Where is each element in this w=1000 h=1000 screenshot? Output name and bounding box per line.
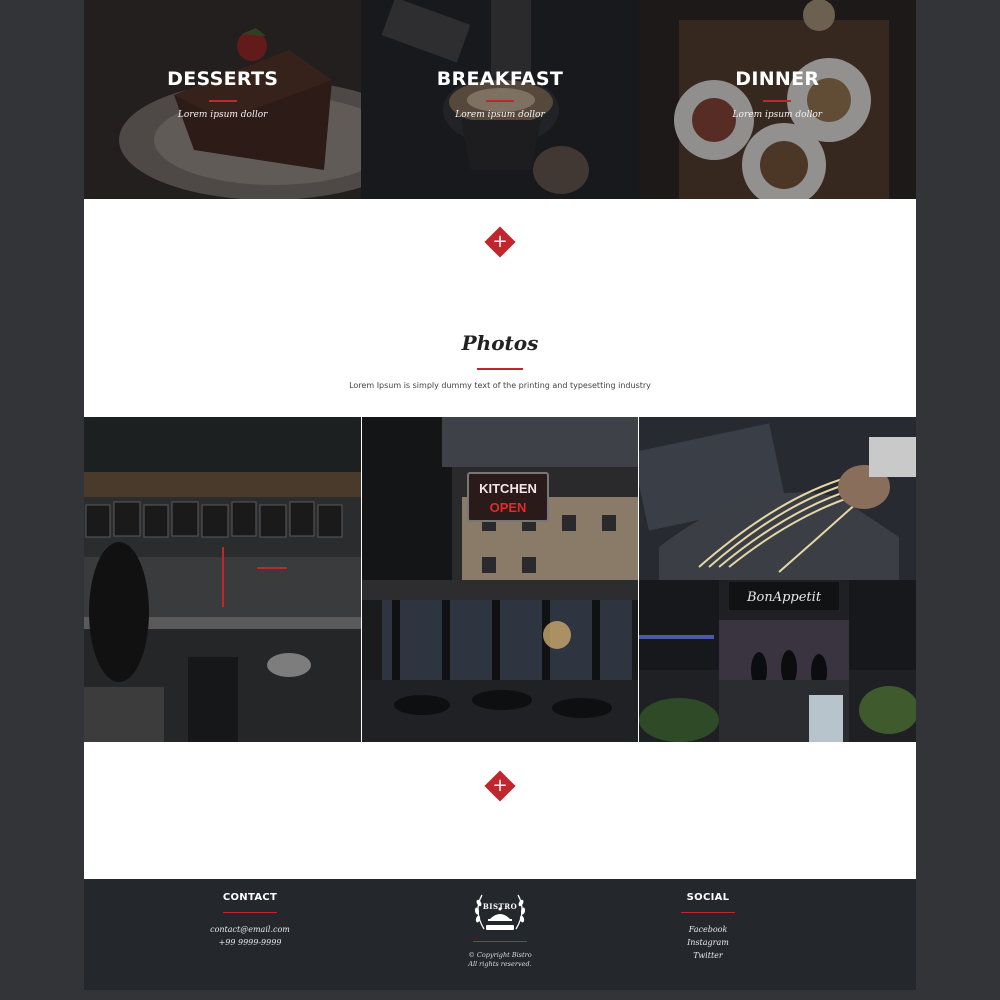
photos-title: Photos xyxy=(461,331,539,355)
gallery-photo-kitchen-open[interactable]: KITCHEN OPEN xyxy=(362,417,638,580)
contact-email-link[interactable]: contact@email.com xyxy=(150,923,350,936)
title-underline xyxy=(763,100,792,102)
category-subtitle: Lorem ipsum dollor xyxy=(177,110,268,120)
category-dinner[interactable]: DINNER Lorem ipsum dollor xyxy=(638,0,916,199)
social-link-instagram[interactable]: Instagram xyxy=(608,936,808,949)
category-title: BREAKFAST xyxy=(436,68,564,90)
expand-plus-button[interactable]: + xyxy=(484,770,516,802)
title-underline xyxy=(208,100,237,102)
gallery-photo-cafe-counter[interactable] xyxy=(84,417,361,742)
plus-icon: + xyxy=(492,775,508,796)
gallery-photo-bon-appetit[interactable]: BonAppetit xyxy=(639,580,916,742)
gallery-photo-restaurant-interior[interactable] xyxy=(362,580,638,742)
contact-phone: +99 9999-9999 xyxy=(218,938,282,947)
category-subtitle: Lorem ipsum dollor xyxy=(732,110,823,120)
title-underline xyxy=(485,100,514,102)
kitchen-sign-text: KITCHEN xyxy=(479,481,537,496)
category-breakfast[interactable]: BREAKFAST Lorem ipsum dollor xyxy=(361,0,639,199)
logo-underline xyxy=(473,941,527,942)
footer-logo[interactable]: BISTRO © Copyright Bistro All rights res… xyxy=(450,889,550,969)
copyright-line-1: © Copyright Bistro xyxy=(468,951,532,959)
copyright-line-2: All rights reserved. xyxy=(468,960,532,968)
bon-appetit-sign-text: BonAppetit xyxy=(746,590,822,605)
social-link-facebook[interactable]: Facebook xyxy=(608,923,808,936)
footer-social: SOCIAL Facebook Instagram Twitter xyxy=(608,879,808,962)
social-heading: SOCIAL xyxy=(686,892,730,903)
footer: CONTACT contact@email.com +99 9999-9999 xyxy=(84,879,916,990)
gallery-photo-pasta[interactable] xyxy=(639,417,916,580)
plus-icon: + xyxy=(492,231,508,252)
open-sign-text: OPEN xyxy=(490,500,527,515)
contact-heading-underline xyxy=(223,912,277,913)
contact-heading: CONTACT xyxy=(222,892,278,903)
photo-gallery: KITCHEN OPEN BonAppetit xyxy=(84,417,916,742)
footer-contact: CONTACT contact@email.com +99 9999-9999 xyxy=(150,879,350,949)
logo-text: BISTRO xyxy=(482,902,518,911)
page: DESSERTS Lorem ipsum dollor BREAKFAST Lo… xyxy=(84,0,916,990)
bistro-logo-icon xyxy=(474,894,526,930)
photos-description: Lorem Ipsum is simply dummy text of the … xyxy=(349,381,651,390)
category-subtitle: Lorem ipsum dollor xyxy=(455,110,545,120)
category-banners: DESSERTS Lorem ipsum dollor BREAKFAST Lo… xyxy=(84,0,916,199)
expand-plus-button[interactable]: + xyxy=(484,226,516,258)
photos-title-underline xyxy=(477,368,523,370)
social-heading-underline xyxy=(681,912,735,913)
social-link-twitter[interactable]: Twitter xyxy=(608,949,808,962)
category-title: DINNER xyxy=(735,68,820,90)
category-desserts[interactable]: DESSERTS Lorem ipsum dollor xyxy=(84,0,362,199)
category-title: DESSERTS xyxy=(167,68,279,90)
